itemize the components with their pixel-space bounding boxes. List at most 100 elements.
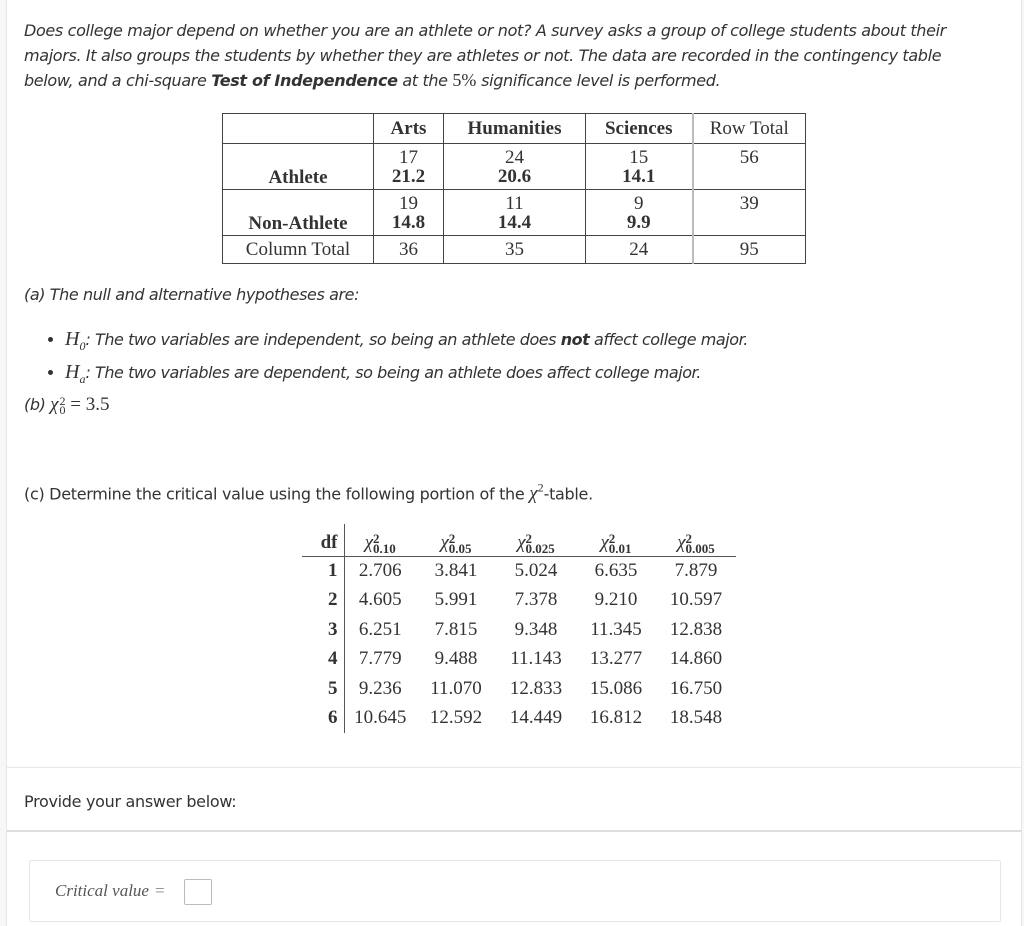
observed-value: 15	[629, 147, 649, 168]
chi-square-row: 5 9.236 11.070 12.833 15.086 16.750	[302, 674, 736, 704]
part-b: (b) χ20 = 3.5	[24, 394, 109, 416]
critical-value-cell: 9.348	[514, 618, 558, 640]
header-cell-row-total: Row Total	[691, 113, 806, 144]
header-cell-humanities: Humanities	[443, 113, 586, 144]
table-row-column-total: Column Total 36 35 24 95	[222, 235, 806, 264]
critical-value-cell: 16.812	[589, 707, 643, 729]
df-value: 5	[302, 674, 345, 704]
critical-value-cell: 7.879	[674, 560, 718, 581]
critical-value-cell: 6.635	[594, 560, 638, 581]
part-a-label: (a) The null and alternative hypotheses …	[24, 285, 360, 304]
hypotheses-list: H0: The two variables are independent, s…	[37, 326, 748, 392]
test-statistic: χ20 = 3.5	[50, 394, 110, 417]
section-divider	[7, 767, 1021, 768]
question-intro: Does college major depend on whether you…	[24, 18, 984, 93]
alpha-header: χ 2 0.025	[496, 524, 576, 557]
ha-symbol: Ha	[65, 361, 86, 386]
expected-value: 9.9	[626, 212, 651, 233]
chi-square-row: 6 10.645 12.592 14.449 16.812 18.548	[302, 703, 736, 733]
h0-text: : The two variables are independent, so …	[85, 330, 561, 349]
section-divider	[7, 830, 1021, 832]
h0-text: affect college major.	[589, 330, 748, 349]
critical-value-cell: 2.706	[358, 560, 402, 581]
critical-value-cell: 15.086	[589, 677, 643, 699]
table-cell: 11 14.4	[443, 189, 586, 236]
observed-value: 17	[399, 147, 418, 168]
column-total: 35	[443, 235, 586, 264]
expected-value: 14.4	[497, 212, 532, 233]
critical-value-cell: 4.605	[358, 589, 402, 611]
critical-value-cell: 5.991	[434, 589, 478, 611]
expected-value: 14.8	[391, 212, 426, 233]
df-value: 3	[302, 615, 345, 645]
header-cell-arts: Arts	[373, 113, 444, 144]
critical-value-cell: 7.815	[434, 618, 478, 640]
critical-value-cell: 14.860	[669, 648, 723, 670]
critical-value-cell: 13.277	[589, 648, 643, 670]
critical-value-cell: 9.236	[358, 677, 402, 699]
critical-value-cell: 11.143	[510, 648, 562, 670]
critical-value-cell: 9.210	[594, 589, 638, 611]
df-value: 6	[302, 703, 345, 733]
row-label: Athlete	[222, 143, 374, 190]
critical-value-cell: 12.833	[509, 677, 563, 699]
table-row-athlete: Athlete 17 21.2 24 20.6 15 14.1 56	[222, 143, 806, 190]
intro-bold-term: Test of Independence	[211, 71, 398, 90]
df-header: df	[302, 524, 345, 557]
df-value: 2	[302, 585, 345, 615]
row-label: Column Total	[222, 235, 374, 264]
intro-text: significance level is performed.	[476, 71, 721, 90]
grand-total: 95	[691, 235, 806, 264]
intro-text: at the	[397, 71, 453, 90]
critical-value-cell: 10.597	[669, 589, 723, 611]
significance-level: 5%	[452, 70, 477, 90]
row-label: Non-Athlete	[222, 189, 374, 236]
part-b-label: (b)	[24, 395, 46, 414]
critical-value-cell: 12.592	[429, 707, 483, 729]
df-value: 4	[302, 644, 345, 674]
h0-bold: not	[560, 330, 590, 349]
alpha-header: χ 2 0.10	[344, 524, 416, 557]
critical-value-cell: 10.645	[354, 707, 407, 729]
critical-value-input[interactable]	[184, 879, 212, 905]
critical-value-label: Critical value =	[55, 881, 165, 900]
null-hypothesis: H0: The two variables are independent, s…	[65, 326, 748, 359]
chi-square-row: 4 7.779 9.488 11.143 13.277 14.860	[302, 644, 736, 674]
table-cell: 17 21.2	[373, 143, 444, 190]
row-total: 39	[691, 189, 806, 236]
alternative-hypothesis: Ha: The two variables are dependent, so …	[65, 359, 748, 392]
alpha-header: χ 2 0.05	[416, 524, 496, 557]
expected-value: 21.2	[391, 166, 426, 187]
chi-square-header-row: df χ 2 0.10 χ 2 0.05 χ 2 0.025 χ 2 0.01 χ 2 0.005	[302, 524, 736, 557]
critical-value-cell: 12.838	[669, 618, 723, 640]
critical-value-cell: 3.841	[434, 560, 478, 581]
part-c-prompt: (c) Determine the critical value using t…	[24, 481, 593, 505]
observed-value: 24	[505, 147, 524, 168]
critical-value-cell: 18.548	[669, 707, 723, 729]
table-row-non-athlete: Non-Athlete 19 14.8 11 14.4 9 9.9 39	[222, 189, 806, 236]
chi-square-row: 3 6.251 7.815 9.348 11.345 12.838	[302, 615, 736, 645]
table-cell: 19 14.8	[373, 189, 444, 236]
contingency-header-row: Arts Humanities Sciences Row Total	[222, 113, 806, 144]
header-cell-empty	[222, 113, 374, 144]
expected-value: 14.1	[622, 166, 656, 187]
table-cell: 24 20.6	[443, 143, 586, 190]
observed-value: 19	[399, 193, 418, 214]
critical-value-cell: 7.779	[358, 648, 402, 670]
question-page: Does college major depend on whether you…	[6, 0, 1022, 926]
critical-value-cell: 6.251	[358, 618, 402, 640]
df-value: 1	[302, 556, 345, 586]
contingency-table: Arts Humanities Sciences Row Total Athle…	[222, 113, 806, 264]
column-total: 24	[585, 235, 693, 264]
table-cell: 15 14.1	[585, 143, 693, 190]
ha-text: : The two variables are dependent, so be…	[85, 363, 701, 382]
alpha-header: χ 2 0.01	[576, 524, 656, 557]
table-cell: 9 9.9	[585, 189, 693, 236]
critical-value-cell: 16.750	[669, 677, 723, 699]
observed-value: 11	[505, 193, 524, 214]
critical-value-cell: 9.488	[434, 648, 478, 670]
critical-value-cell: 11.345	[590, 618, 642, 640]
expected-value: 20.6	[497, 166, 532, 187]
chi-square-row: 1 2.706 3.841 5.024 6.635 7.879	[302, 556, 736, 586]
alpha-header: χ 2 0.005	[656, 524, 736, 557]
